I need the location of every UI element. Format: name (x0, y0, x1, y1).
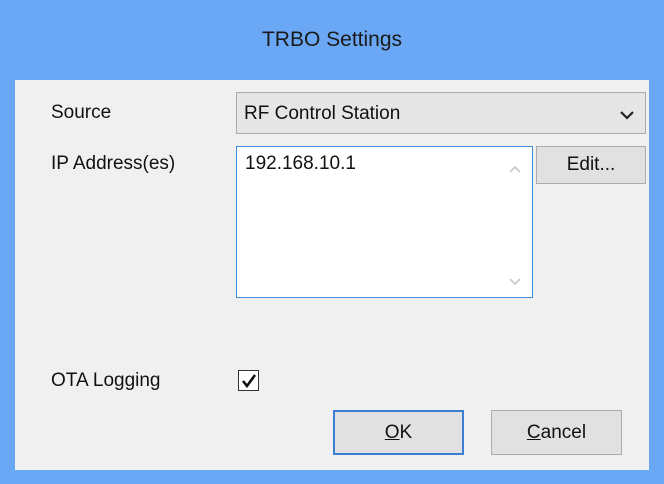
source-dropdown[interactable]: RF Control Station (236, 92, 646, 134)
ota-logging-label: OTA Logging (51, 370, 161, 391)
dialog-window: TRBO Settings Source RF Control Station … (0, 0, 664, 484)
ok-accelerator: O (384, 422, 400, 443)
scroll-up-icon[interactable] (507, 162, 523, 174)
vertical-scrollbar[interactable] (498, 147, 532, 297)
ok-label-rest: K (399, 422, 413, 443)
cancel-label-rest: ancel (540, 422, 587, 443)
ip-address-list[interactable]: 192.168.10.1 (236, 146, 533, 298)
dialog-body: Source RF Control Station IP Address(es)… (15, 80, 649, 470)
ip-address-label: IP Address(es) (51, 153, 176, 174)
ota-logging-checkbox[interactable] (238, 370, 259, 391)
list-item[interactable]: 192.168.10.1 (245, 153, 356, 175)
cancel-button[interactable]: Cancel (491, 410, 622, 455)
dialog-title: TRBO Settings (261, 28, 403, 51)
source-selected-value: RF Control Station (244, 103, 401, 124)
ok-button[interactable]: OK (333, 410, 464, 455)
chevron-down-icon (619, 108, 635, 120)
edit-button[interactable]: Edit... (536, 146, 646, 184)
title-bar[interactable]: TRBO Settings (0, 0, 664, 80)
scroll-down-icon[interactable] (507, 275, 523, 287)
checkmark-icon (241, 374, 257, 389)
cancel-accelerator: C (526, 422, 541, 443)
source-label: Source (51, 102, 112, 123)
